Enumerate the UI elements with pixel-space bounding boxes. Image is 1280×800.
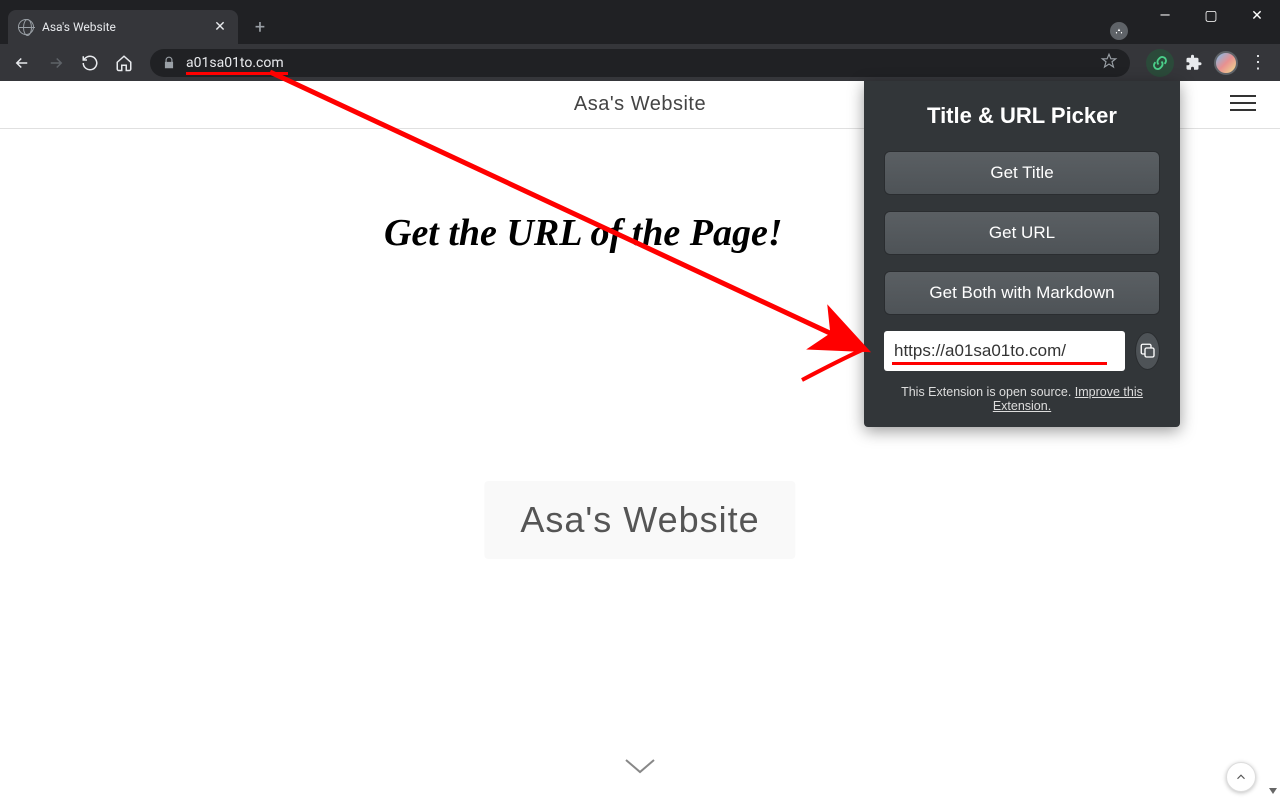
url-value: a01sa01to.com — [186, 55, 284, 71]
maximize-button[interactable]: ▢ — [1188, 0, 1234, 32]
title-url-picker-extension-icon[interactable] — [1146, 49, 1174, 77]
lock-icon — [162, 56, 176, 70]
annotation-underline — [186, 72, 288, 75]
browser-toolbar: a01sa01to.com ⋮ — [0, 44, 1280, 81]
extension-output-row — [884, 331, 1160, 371]
extension-icons: ⋮ — [1146, 49, 1272, 77]
output-url-field[interactable] — [884, 331, 1125, 371]
scroll-to-top-button[interactable] — [1226, 762, 1256, 792]
minimize-button[interactable]: — — [1142, 0, 1188, 32]
browser-menu-button[interactable]: ⋮ — [1244, 52, 1272, 73]
annotation-text: Get the URL of the Page! — [384, 211, 783, 255]
tab-strip: Asa's Website ✕ + — [0, 8, 1280, 44]
new-tab-button[interactable]: + — [246, 13, 274, 41]
home-button[interactable] — [110, 49, 138, 77]
address-bar[interactable]: a01sa01to.com — [150, 49, 1130, 77]
copy-button[interactable] — [1135, 332, 1160, 370]
tab-title: Asa's Website — [42, 20, 116, 34]
reload-button[interactable] — [76, 49, 104, 77]
annotation-underline — [892, 362, 1107, 365]
close-window-button[interactable]: ✕ — [1234, 0, 1280, 32]
back-button[interactable] — [8, 49, 36, 77]
globe-icon — [18, 19, 34, 35]
hero-title: Asa's Website — [484, 481, 795, 559]
window-controls: — ▢ ✕ — [1142, 0, 1280, 32]
forward-button[interactable] — [42, 49, 70, 77]
get-url-button[interactable]: Get URL — [884, 211, 1160, 255]
scrollbar-down-arrow-icon[interactable] — [1266, 786, 1278, 798]
extension-popup-title: Title & URL Picker — [884, 103, 1160, 129]
get-title-button[interactable]: Get Title — [884, 151, 1160, 195]
site-title: Asa's Website — [574, 93, 706, 116]
browser-tab[interactable]: Asa's Website ✕ — [8, 10, 238, 44]
profile-avatar[interactable] — [1214, 51, 1238, 75]
url-text: a01sa01to.com — [186, 55, 284, 71]
tab-close-button[interactable]: ✕ — [212, 19, 228, 35]
incognito-badge-icon — [1110, 22, 1128, 40]
get-both-markdown-button[interactable]: Get Both with Markdown — [884, 271, 1160, 315]
footer-text: This Extension is open source. — [901, 385, 1075, 399]
extension-footer: This Extension is open source. Improve t… — [884, 385, 1160, 413]
scroll-down-chevron-icon[interactable] — [622, 756, 658, 780]
extensions-puzzle-icon[interactable] — [1180, 49, 1208, 77]
bookmark-star-icon[interactable] — [1100, 52, 1118, 74]
extension-popup: Title & URL Picker Get Title Get URL Get… — [864, 81, 1180, 427]
hamburger-menu-icon[interactable] — [1230, 95, 1256, 111]
window-titlebar — [0, 0, 1280, 8]
